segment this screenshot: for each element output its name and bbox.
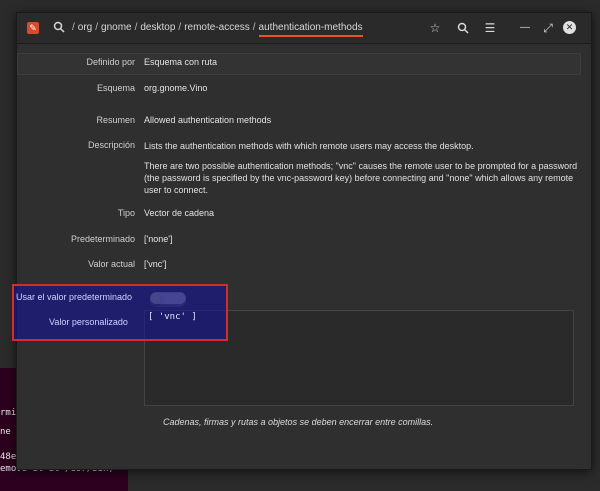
breadcrumb-separator: / <box>95 22 99 33</box>
close-icon[interactable]: ✕ <box>563 21 576 34</box>
search-button-icon[interactable] <box>455 20 471 36</box>
descripcion-value: Lists the authentication methods with wh… <box>144 140 584 204</box>
tipo-label: Tipo <box>117 208 135 218</box>
breadcrumb-gnome[interactable]: gnome <box>101 22 132 33</box>
predeterminado-label: Predeterminado <box>70 234 135 244</box>
definido-value: Esquema con ruta <box>144 57 218 67</box>
use-default-label: Usar el valor predeterminado <box>16 292 133 302</box>
minimize-icon[interactable]: — <box>517 20 533 36</box>
switch-knob <box>151 293 161 303</box>
breadcrumb-authentication-methods[interactable]: authentication-methods <box>258 22 363 37</box>
breadcrumb-separator: / <box>252 22 256 33</box>
breadcrumb: / org / gnome / desktop / remote-access / authent… <box>69 22 363 37</box>
tipo-value: Vector de cadena <box>144 208 215 218</box>
resumen-value: Allowed authentication methods <box>144 115 272 125</box>
esquema-value: org.gnome.Vino <box>144 83 208 93</box>
custom-value-label: Valor personalizado <box>49 317 128 327</box>
breadcrumb-desktop[interactable]: desktop <box>140 22 175 33</box>
search-icon[interactable] <box>53 21 65 33</box>
terminal-line: ne <box>0 427 11 437</box>
custom-value-hint: Cadenas, firmas y rutas a objetos se deb… <box>163 417 434 427</box>
descripcion-paragraph-1: Lists the authentication methods with wh… <box>144 141 474 151</box>
breadcrumb-separator: / <box>178 22 182 33</box>
predeterminado-value: ['none'] <box>144 234 173 244</box>
bookmark-star-icon[interactable]: ☆ <box>427 20 443 36</box>
valor-actual-label: Valor actual <box>88 259 135 269</box>
custom-value-text[interactable]: [ 'vnc' ] <box>148 312 197 322</box>
dconf-editor-window: ✎ / org / gnome / desktop / remote-access / authe… <box>16 12 592 470</box>
breadcrumb-separator: / <box>134 22 138 33</box>
resumen-label: Resumen <box>96 115 135 125</box>
header-bar: ✎ / org / gnome / desktop / remote-access / authe… <box>17 13 591 44</box>
hamburger-menu-icon[interactable]: ☰ <box>482 20 498 36</box>
esquema-label: Esquema <box>96 83 135 93</box>
breadcrumb-remote-access[interactable]: remote-access <box>184 22 250 33</box>
use-default-switch[interactable] <box>150 292 186 304</box>
descripcion-label: Descripción <box>87 140 135 150</box>
breadcrumb-org[interactable]: org <box>78 22 92 33</box>
descripcion-paragraph-2: There are two possible authentication me… <box>144 161 578 195</box>
breadcrumb-separator: / <box>72 22 75 33</box>
maximize-icon[interactable]: ⤢ <box>540 20 556 36</box>
definido-label: Definido por <box>86 57 135 67</box>
valor-actual-value: ['vnc'] <box>144 259 167 269</box>
dconf-app-icon: ✎ <box>27 22 39 34</box>
